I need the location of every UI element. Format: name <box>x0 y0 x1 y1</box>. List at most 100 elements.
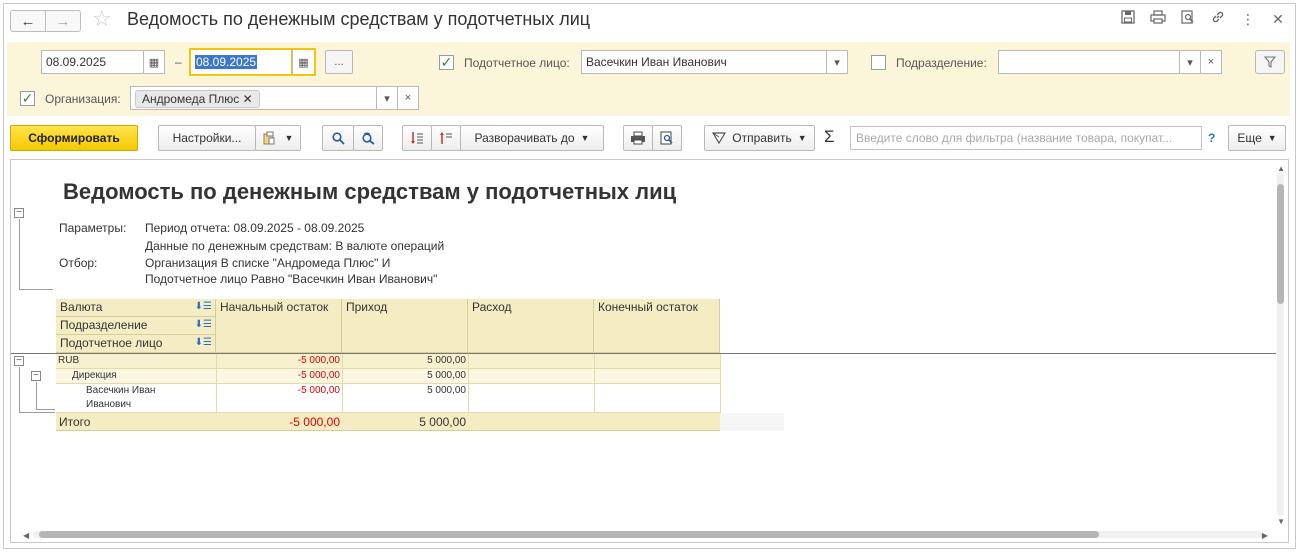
expand-groups-button[interactable] <box>431 125 461 151</box>
more-button[interactable]: Еще ▼ <box>1228 125 1286 151</box>
sort-icon[interactable]: ⬇☰ <box>195 337 212 348</box>
collapse-groups-button[interactable] <box>402 125 432 151</box>
org-filter-checkbox[interactable]: ✓ <box>20 91 35 106</box>
group-line <box>19 289 53 290</box>
preview-button[interactable] <box>652 125 682 151</box>
collapse-currency-icon[interactable]: − <box>14 356 24 366</box>
sort-icon[interactable]: ⬇☰ <box>195 319 212 330</box>
scroll-up-arrow-icon[interactable]: ▲ <box>1277 164 1285 173</box>
row-opening: -5 000,00 <box>297 370 340 381</box>
generate-button[interactable]: Сформировать <box>10 125 138 151</box>
scroll-left-arrow-icon[interactable]: ◀ <box>23 531 29 540</box>
header-currency[interactable]: Валюта ⬇☰ <box>56 299 216 317</box>
collapse-header-icon[interactable]: − <box>14 208 24 218</box>
link-icon[interactable] <box>1209 10 1227 28</box>
dept-dropdown-button[interactable]: ▾ <box>1179 50 1201 74</box>
header-income[interactable]: Приход <box>342 299 468 353</box>
print-icon[interactable] <box>1149 10 1167 28</box>
more-vertical-icon[interactable]: ⋮ <box>1239 10 1257 28</box>
horizontal-scroll-thumb[interactable] <box>39 531 1099 538</box>
org-clear-button[interactable]: × <box>397 86 419 110</box>
table-row[interactable]: Васечкин Иван Иванович -5 000,00 5 000,0… <box>56 384 720 413</box>
close-icon[interactable]: ✕ <box>1269 10 1287 28</box>
date-from-calendar-button[interactable]: ▦ <box>143 50 165 74</box>
header-closing[interactable]: Конечный остаток <box>594 299 720 353</box>
date-to-field[interactable]: 08.09.2025 <box>189 48 293 76</box>
variants-button[interactable]: ▼ <box>255 125 301 151</box>
save-icon[interactable] <box>1119 10 1137 28</box>
title-bar: ← → ☆ Ведомость по денежным средствам у … <box>4 4 1295 36</box>
filter-settings-button[interactable] <box>1255 50 1285 74</box>
date-to-value: 08.09.2025 <box>195 55 258 69</box>
filter-label: Отбор: <box>59 256 98 270</box>
arrow-left-icon: ← <box>20 12 36 30</box>
date-separator: – <box>175 55 182 69</box>
org-field[interactable]: Андромеда Плюс ✕ <box>130 86 377 110</box>
row-label: RUB <box>58 355 80 366</box>
header-person-label: Подотчетное лицо <box>60 336 163 350</box>
group-line <box>36 409 55 410</box>
dept-clear-button[interactable]: × <box>1200 50 1222 74</box>
scroll-right-arrow-icon[interactable]: ▶ <box>1262 531 1268 540</box>
vertical-scrollbar[interactable] <box>1277 172 1284 516</box>
header-person[interactable]: Подотчетное лицо ⬇☰ <box>56 335 216 353</box>
table-row[interactable]: Дирекция -5 000,00 5 000,00 <box>56 369 720 384</box>
org-tag[interactable]: Андромеда Плюс ✕ <box>135 90 260 108</box>
header-expense[interactable]: Расход <box>468 299 594 353</box>
dept-filter-checkbox[interactable] <box>871 55 886 70</box>
row-income: 5 000,00 <box>427 370 466 381</box>
search-input[interactable]: Введите слово для фильтра (название това… <box>850 126 1202 150</box>
send-button[interactable]: Отправить ▼ <box>704 125 815 151</box>
date-to-calendar-button[interactable]: ▦ <box>292 48 316 76</box>
expand-to-button[interactable]: Разворачивать до ▼ <box>460 125 604 151</box>
settings-button[interactable]: Настройки... <box>158 125 256 151</box>
person-dropdown-button[interactable]: ▾ <box>826 50 848 74</box>
group-line <box>36 382 37 410</box>
person-filter-checkbox[interactable]: ✓ <box>439 55 454 70</box>
person-value: Васечкин Иван Иванович <box>586 55 727 69</box>
dropdown-arrow-icon: ▼ <box>284 133 294 143</box>
collapse-icon <box>411 132 423 144</box>
back-button[interactable]: ← <box>10 10 46 32</box>
collapse-department-icon[interactable]: − <box>31 371 41 381</box>
forward-button[interactable]: → <box>45 10 81 32</box>
period-button-label: ... <box>334 56 344 68</box>
row-income: 5 000,00 <box>427 355 466 366</box>
org-dropdown-button[interactable]: ▾ <box>376 86 398 110</box>
params-period: Период отчета: 08.09.2025 - 08.09.2025 <box>145 221 365 235</box>
header-opening[interactable]: Начальный остаток <box>216 299 342 353</box>
date-from-field[interactable]: 08.09.2025 <box>41 50 144 74</box>
dropdown-arrow-icon: ▾ <box>1187 56 1193 69</box>
scroll-down-arrow-icon[interactable]: ▼ <box>1277 517 1285 526</box>
find-next-button[interactable] <box>353 125 383 151</box>
header-department[interactable]: Подразделение ⬇☰ <box>56 317 216 335</box>
filter-line-2: Подотчетное лицо Равно "Васечкин Иван Ив… <box>145 272 438 286</box>
sum-sigma-icon[interactable]: Σ <box>824 127 835 147</box>
period-select-button[interactable]: ... <box>325 50 353 74</box>
generate-label: Сформировать <box>28 131 120 145</box>
window-actions: ⋮ ✕ <box>1119 10 1287 28</box>
preview-icon <box>660 131 673 145</box>
params-currency: Данные по денежным средствам: В валюте о… <box>145 239 445 253</box>
favorite-star-icon[interactable]: ☆ <box>92 6 112 32</box>
more-label: Еще <box>1237 131 1262 145</box>
dept-field[interactable] <box>998 50 1180 74</box>
vertical-scroll-thumb[interactable] <box>1277 184 1284 304</box>
print-icon <box>631 131 645 145</box>
calendar-icon: ▦ <box>298 56 309 69</box>
sort-icon[interactable]: ⬇☰ <box>195 301 212 312</box>
help-icon[interactable]: ? <box>1208 131 1215 145</box>
tag-remove-icon[interactable]: ✕ <box>243 92 253 106</box>
settings-label: Настройки... <box>172 131 242 145</box>
print-button[interactable] <box>623 125 653 151</box>
variants-icon <box>263 131 275 145</box>
horizontal-scrollbar[interactable] <box>33 531 1263 538</box>
total-row[interactable]: Итого -5 000,00 5 000,00 <box>56 413 720 431</box>
calendar-icon: ▦ <box>148 56 160 69</box>
find-button[interactable] <box>322 125 354 151</box>
person-field[interactable]: Васечкин Иван Иванович <box>581 50 827 74</box>
table-row[interactable]: RUB -5 000,00 5 000,00 <box>56 354 720 369</box>
clear-icon: × <box>1207 56 1215 68</box>
preview-icon[interactable] <box>1179 10 1197 28</box>
filter-panel: 08.09.2025 ▦ – 08.09.2025 ▦ ... ✓ Подотч… <box>7 42 1290 116</box>
